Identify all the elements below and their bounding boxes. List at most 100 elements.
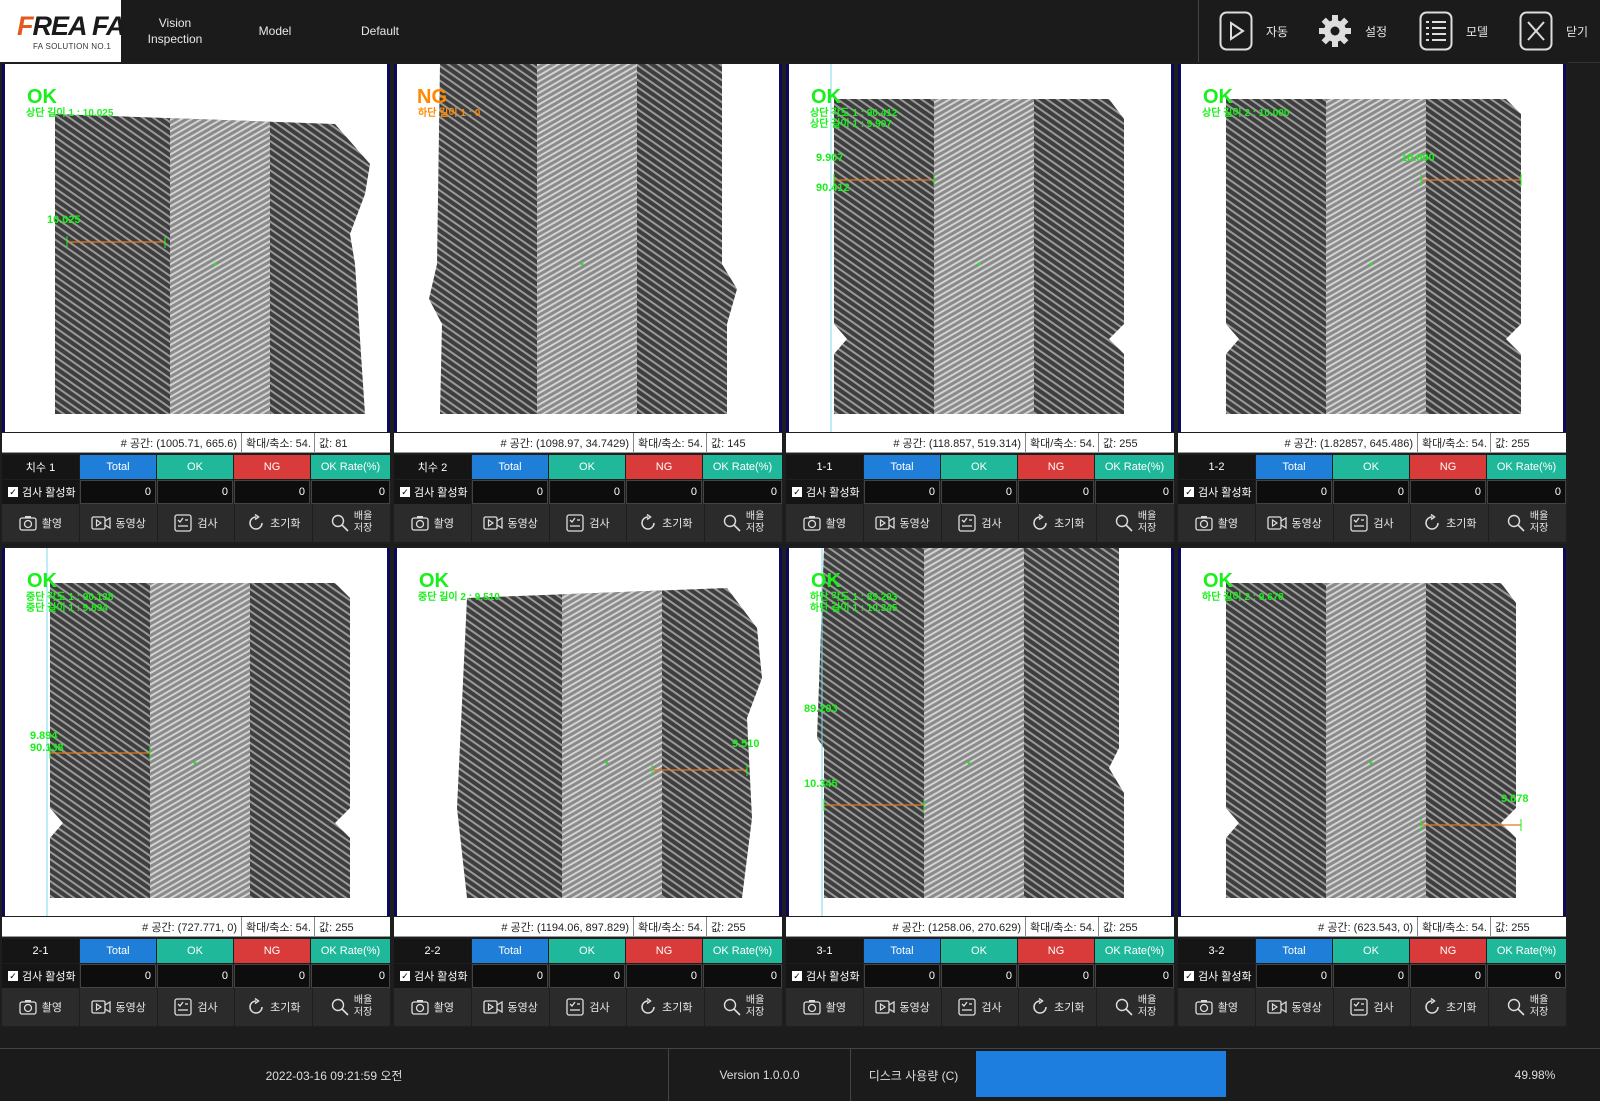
measurement-text: 하단 길이 1 : 0 (418, 108, 481, 119)
inspect-button[interactable]: 검사 (1334, 988, 1412, 1026)
save-scale-button[interactable]: 배율 저장 (313, 504, 390, 542)
settings-button[interactable]: 설정 (1317, 0, 1387, 62)
checkbox-checked-icon[interactable]: ✓ (8, 487, 18, 497)
reset-button[interactable]: 초기화 (235, 988, 314, 1026)
reset-button[interactable]: 초기화 (627, 988, 706, 1026)
close-button[interactable]: 닫기 (1518, 0, 1588, 62)
measurement-text: 상단 길이 1 : 10.025 (26, 108, 114, 119)
save-scale-button[interactable]: 배율 저장 (1097, 988, 1174, 1026)
capture-button[interactable]: 촬영 (394, 504, 472, 542)
magnifier-icon (1115, 998, 1133, 1016)
reset-button[interactable]: 초기화 (1411, 988, 1490, 1026)
cursor-coordinate: # 공간: (623.543, 0) (1318, 921, 1413, 934)
magnifier-icon (723, 998, 741, 1016)
inspect-icon (958, 514, 977, 532)
capture-label: 촬영 (1217, 518, 1239, 530)
panel-button-row: 촬영 동영상 검사 초기화 배율 저장 (394, 504, 782, 542)
reset-icon (639, 998, 657, 1016)
capture-button[interactable]: 촬영 (786, 504, 864, 542)
enable-inspection-label: 검사 활성화 (1198, 487, 1252, 499)
save-scale-button[interactable]: 배율 저장 (705, 504, 782, 542)
center-marker (213, 262, 217, 266)
ok-count: 0 (941, 480, 1017, 504)
reset-button[interactable]: 초기화 (235, 504, 314, 542)
save-scale-button[interactable]: 배율 저장 (1097, 504, 1174, 542)
panel-button-row: 촬영 동영상 검사 초기화 배율 저장 (1178, 504, 1566, 542)
reset-button[interactable]: 초기화 (1019, 988, 1098, 1026)
save-scale-button[interactable]: 배율 저장 (313, 988, 390, 1026)
inspect-button[interactable]: 검사 (158, 988, 236, 1026)
nav-default[interactable]: Default (340, 0, 420, 62)
camera-name: 3-2 (1178, 939, 1255, 963)
save-scale-button[interactable]: 배율 저장 (1489, 988, 1566, 1026)
capture-button[interactable]: 촬영 (2, 504, 80, 542)
capture-button[interactable]: 촬영 (1178, 988, 1256, 1026)
fabric-image (5, 64, 387, 432)
video-button[interactable]: 동영상 (1256, 988, 1334, 1026)
measurement-text: 하단 길이 1 : 10.345 (810, 603, 898, 614)
checkbox-checked-icon[interactable]: ✓ (792, 971, 802, 981)
dimension-label: 90.138 (30, 742, 64, 754)
inspect-label: 검사 (197, 1002, 218, 1014)
checkbox-checked-icon[interactable]: ✓ (1184, 487, 1194, 497)
enable-inspection-checkbox[interactable]: ✓ 검사 활성화 (394, 480, 471, 504)
ng-header: NG (1018, 939, 1094, 963)
center-marker (967, 761, 971, 765)
stats-value-row: ✓ 검사 활성화 0 0 0 0 (786, 964, 1174, 988)
video-button[interactable]: 동영상 (864, 504, 942, 542)
enable-inspection-checkbox[interactable]: ✓ 검사 활성화 (1178, 964, 1255, 988)
capture-button[interactable]: 촬영 (394, 988, 472, 1026)
video-button[interactable]: 동영상 (80, 988, 158, 1026)
model-button[interactable]: 모델 (1418, 0, 1488, 62)
enable-inspection-checkbox[interactable]: ✓ 검사 활성화 (1178, 480, 1255, 504)
image-status-bar: # 공간: (1194.06, 897.829) 확대/축소: 54. 값: 255 (394, 917, 782, 937)
inspect-button[interactable]: 검사 (550, 504, 628, 542)
video-button[interactable]: 동영상 (472, 988, 550, 1026)
checkbox-checked-icon[interactable]: ✓ (400, 487, 410, 497)
inspect-button[interactable]: 검사 (158, 504, 236, 542)
enable-inspection-label: 검사 활성화 (806, 971, 860, 983)
ok-header: OK (549, 939, 625, 963)
checkbox-checked-icon[interactable]: ✓ (8, 971, 18, 981)
save-scale-button[interactable]: 배율 저장 (705, 988, 782, 1026)
capture-button[interactable]: 촬영 (786, 988, 864, 1026)
stats-header-row: 치수 1 Total OK NG OK Rate(%) (2, 455, 390, 479)
video-button[interactable]: 동영상 (472, 504, 550, 542)
reset-button[interactable]: 초기화 (1411, 504, 1490, 542)
video-button[interactable]: 동영상 (864, 988, 942, 1026)
inspect-button[interactable]: 검사 (942, 504, 1020, 542)
video-button[interactable]: 동영상 (1256, 504, 1334, 542)
nav-vision-inspection[interactable]: Vision Inspection (135, 0, 215, 62)
checkbox-checked-icon[interactable]: ✓ (1184, 971, 1194, 981)
inspect-button[interactable]: 검사 (1334, 504, 1412, 542)
inspect-button[interactable]: 검사 (942, 988, 1020, 1026)
disk-usage-percent: 49.98% (1514, 1068, 1556, 1082)
inspect-button[interactable]: 검사 (550, 988, 628, 1026)
capture-button[interactable]: 촬영 (2, 988, 80, 1026)
auto-button[interactable]: 자동 (1218, 0, 1288, 62)
fabric-light-band (1326, 99, 1426, 414)
zoom-level: 확대/축소: 54. (241, 433, 314, 452)
logo-tagline: FA SOLUTION NO.1 (33, 42, 112, 51)
checkbox-checked-icon[interactable]: ✓ (400, 971, 410, 981)
enable-inspection-checkbox[interactable]: ✓ 검사 활성화 (2, 480, 79, 504)
enable-inspection-checkbox[interactable]: ✓ 검사 활성화 (786, 964, 863, 988)
pixel-value: 값: 255 (314, 917, 358, 936)
camera-name: 치수 2 (394, 455, 471, 479)
dimension-label: 10.025 (47, 214, 81, 226)
enable-inspection-checkbox[interactable]: ✓ 검사 활성화 (394, 964, 471, 988)
enable-inspection-checkbox[interactable]: ✓ 검사 활성화 (2, 964, 79, 988)
ng-header: NG (626, 939, 702, 963)
enable-inspection-checkbox[interactable]: ✓ 검사 활성화 (786, 480, 863, 504)
fabric-light-band (924, 548, 1024, 898)
reset-button[interactable]: 초기화 (1019, 504, 1098, 542)
capture-button[interactable]: 촬영 (1178, 504, 1256, 542)
model-label: 모델 (1466, 24, 1489, 39)
ng-header: NG (234, 455, 310, 479)
checkbox-checked-icon[interactable]: ✓ (792, 487, 802, 497)
save-scale-button[interactable]: 배율 저장 (1489, 504, 1566, 542)
cursor-coordinate: # 공간: (1098.97, 34.7429) (500, 437, 630, 450)
reset-button[interactable]: 초기화 (627, 504, 706, 542)
nav-model[interactable]: Model (240, 0, 310, 62)
video-button[interactable]: 동영상 (80, 504, 158, 542)
